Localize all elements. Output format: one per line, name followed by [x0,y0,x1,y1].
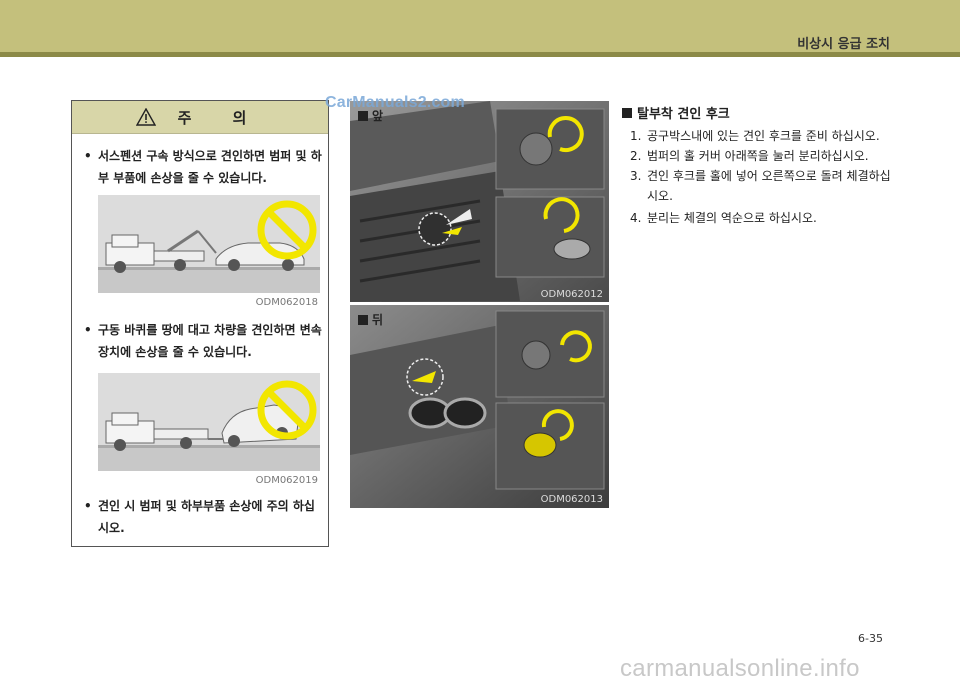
figure-code: ODM062019 [255,475,318,486]
tow-illustration-1 [98,195,320,293]
watermark-top: CarManuals2.com [325,94,465,111]
instruction-step: 4. 분리는 체결의 역순으로 하십시오. [630,211,817,225]
prohibition-icon [257,380,317,440]
figure-code: ODM062013 [540,494,603,505]
watermark-bottom: carmanualsonline.info [620,655,860,682]
caution-header: 주 의 [72,101,328,134]
caution-bullet: • 구동 바퀴를 땅에 대고 차량을 견인하면 변속장치에 손상을 줄 수 있습… [84,323,322,359]
instruction-step: 3. 견인 후크를 홀에 넣어 오른쪽으로 돌려 체결하십시오. [630,169,891,203]
warning-triangle-icon [135,108,156,126]
caution-bullet: • 견인 시 범퍼 및 하부부품 손상에 주의 하십시오. [84,499,315,535]
section-title: 비상시 응급 조치 [797,37,890,52]
photo-label-rear: 뒤 [358,311,383,328]
instruction-step: 2. 범퍼의 홀 커버 아래쪽을 눌러 분리하십시오. [630,149,869,163]
page-number: 6-35 [858,632,883,645]
instruction-step: 1. 공구박스내에 있는 견인 후크를 준비 하십시오. [630,129,880,143]
instructions-heading: 탈부착 견인 후크 [622,103,730,122]
caution-title: 주 의 [177,108,265,127]
caution-box: 주 의 • 서스펜션 구속 방식으로 견인하면 범퍼 및 하부 부품에 손상을 … [71,100,329,547]
header-rule [0,52,960,57]
prohibition-icon [257,200,317,260]
figure-code: ODM062012 [540,289,603,300]
tow-illustration-2 [98,373,320,471]
caution-bullet: • 서스펜션 구속 방식으로 견인하면 범퍼 및 하부 부품에 손상을 줄 수 … [84,149,322,185]
rear-photo: 뒤 ODM062013 [350,305,609,508]
front-photo: 앞 ODM062012 [350,101,609,302]
figure-code: ODM062018 [255,297,318,308]
